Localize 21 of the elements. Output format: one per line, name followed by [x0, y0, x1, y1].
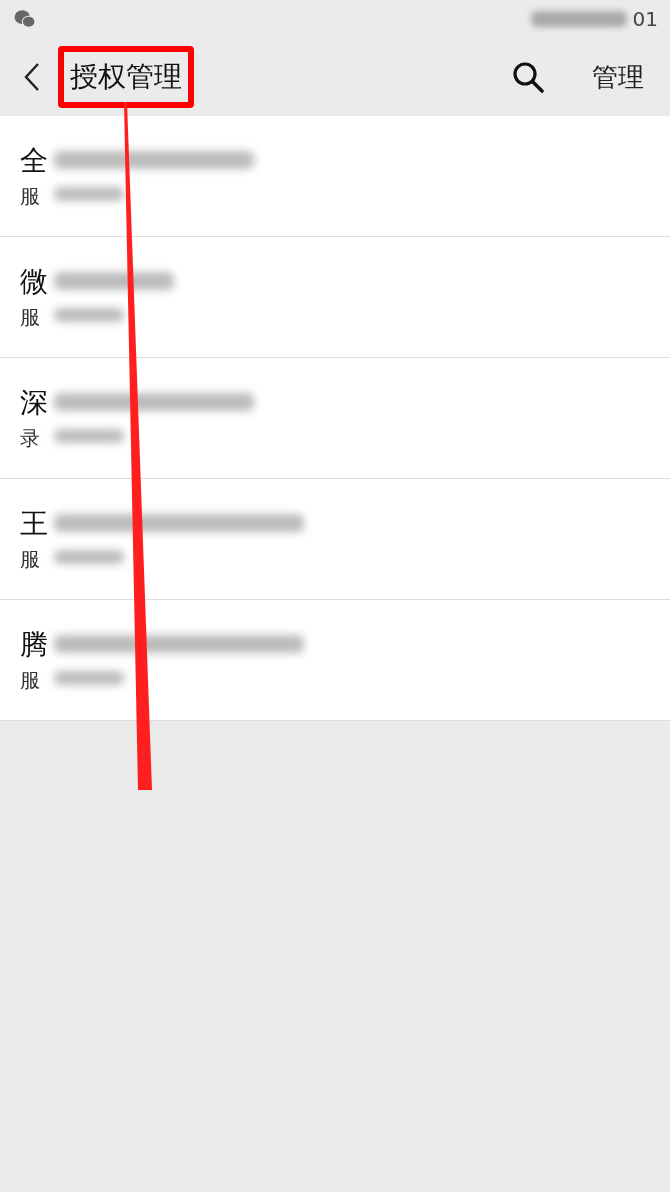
item-title: 王 [20, 506, 48, 542]
manage-button[interactable]: 管理 [592, 59, 644, 95]
item-subtitle: 服 [20, 304, 41, 330]
wechat-icon [14, 9, 36, 29]
item-subtitle: 录 [20, 425, 41, 451]
item-title: 微 [20, 264, 48, 300]
list-item[interactable]: 王 服 [0, 479, 670, 600]
item-title: 深 [20, 385, 48, 421]
item-subtitle: 服 [20, 667, 41, 693]
item-subtitle: 服 [20, 183, 41, 209]
search-icon[interactable] [512, 61, 544, 93]
list-item[interactable]: 微 服 [0, 237, 670, 358]
item-subtitle: 服 [20, 546, 41, 572]
status-time: 01 [632, 7, 658, 31]
item-title: 腾 [20, 627, 48, 663]
back-icon[interactable] [24, 62, 40, 92]
list-item[interactable]: 全 服 [0, 116, 670, 237]
list-item[interactable]: 腾 服 [0, 600, 670, 721]
page-title: 授权管理 [58, 46, 194, 108]
list-item[interactable]: 深 录 [0, 358, 670, 479]
item-title: 全 [20, 143, 48, 179]
